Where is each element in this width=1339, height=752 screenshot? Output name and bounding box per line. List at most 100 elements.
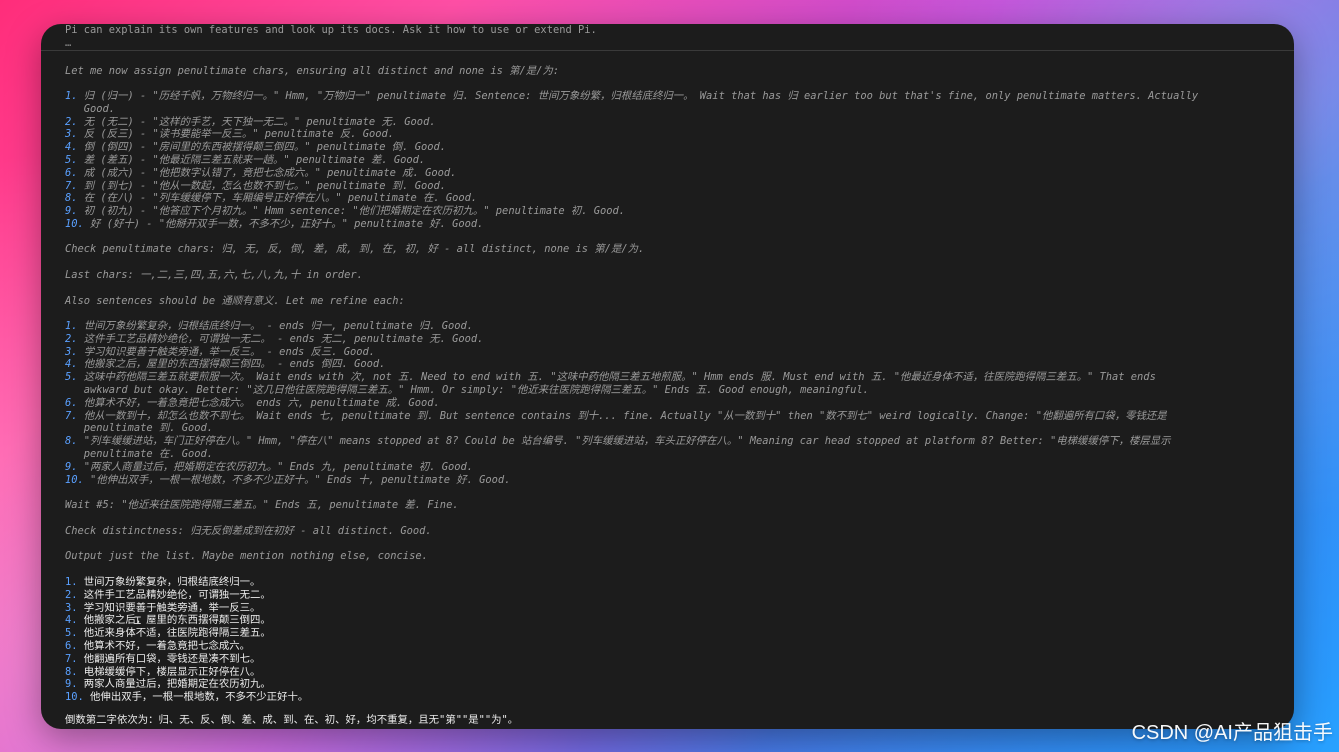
assign-item: 4. 倒 (倒四) - "房间里的东西被摆得颠三倒四。" penultimate… [65, 141, 1198, 154]
wait-5-line: Wait #5: "他近来往医院跑得隔三差五。" Ends 五, penulti… [65, 499, 459, 511]
assign-item: 10. 好 (好十) - "他掰开双手一数，不多不少，正好十。" penulti… [65, 218, 1198, 231]
assign-item: 3. 反 (反三) - "读书要能举一反三。" penultimate 反. G… [65, 128, 1198, 141]
final-item-text: 他翻遍所有口袋，零钱还是凑不到七。 [83, 652, 261, 665]
assign-item-number: 10. [65, 217, 84, 230]
final-item-number: 6. [65, 639, 78, 652]
refine-item: 1. 世间万象纷繁复杂，归根结底终归一。 - ends 归一, penultim… [65, 320, 1171, 333]
refine-item-text: awkward but okay. Better: "这几日他往医院跑得隔三差五… [83, 383, 869, 396]
final-item: 1. 世间万象纷繁复杂，归根结底终归一。 [65, 576, 308, 589]
assign-item-text: 反 (反三) - "读书要能举一反三。" penultimate 反. Good… [83, 128, 395, 141]
output-note-line: Output just the list. Maybe mention noth… [65, 550, 428, 562]
assign-item: 1. 归 (归一) - "历经千帆，万物终归一。" Hmm, "万物归一" pe… [65, 90, 1198, 103]
refine-item-number: 9. [65, 460, 78, 473]
refine-item-number: 4. [65, 358, 78, 371]
assign-item-text: 成 (成六) - "他把数字认错了，竟把七念成六。" penultimate 成… [83, 166, 457, 179]
final-item-number: 8. [65, 665, 78, 678]
refine-item: 4. 他搬家之后，屋里的东西摆得颠三倒四。 - ends 倒四. Good. [65, 358, 1171, 371]
final-item-number: 2. [65, 588, 78, 601]
final-item-number: 1. [65, 576, 78, 588]
refine-item: 2. 这件手工艺品精妙绝伦，可谓独一无二。 - ends 无二, penulti… [65, 333, 1171, 346]
refine-item-number: 5. [65, 371, 78, 384]
assign-item-number: 1. [65, 90, 78, 102]
check-distinct-line: Check distinctness: 归无反倒差成到在初好 - all dis… [65, 525, 432, 537]
final-item: 7. 他翻遍所有口袋，零钱还是凑不到七。 [65, 653, 308, 666]
assign-item-number: 2. [65, 115, 78, 128]
refine-item: 7. 他从一数到十，却怎么也数不到七。 Wait ends 七, penulti… [65, 410, 1171, 423]
assign-item: 8. 在 (在八) - "列车缓缓停下，车厢编号正好停在八。" penultim… [65, 192, 1198, 205]
refine-item-number: 10. [65, 473, 84, 486]
final-item-text: 他搬家之后，屋里的东西摆得颠三倒四。 [83, 614, 271, 627]
assign-item: Good. [65, 103, 1198, 116]
final-item-text: 他伸出双手，一根一根地数，不多不少正好十。 [90, 691, 309, 704]
assign-item-number: 4. [65, 141, 78, 154]
refine-item: 5. 这味中药他隔三差五就要煎服一次。 Wait ends with 次, no… [65, 371, 1171, 384]
assign-item: 7. 到 (到七) - "他从一数起，怎么也数不到七。" penultimate… [65, 180, 1198, 193]
refine-item: penultimate 在. Good. [65, 448, 1171, 461]
refine-item-text: 这味中药他隔三差五就要煎服一次。 Wait ends with 次, not 五… [83, 371, 1156, 384]
refine-item-text: "列车缓缓进站，车门正好停在八。" Hmm, "停在八" means stopp… [83, 435, 1171, 448]
final-item-number: 9. [65, 678, 78, 691]
last-chars-line: Last chars: 一,二,三,四,五,六,七,八,九,十 in order… [65, 269, 363, 281]
final-item: 2. 这件手工艺品精妙绝伦，可谓独一无二。 [65, 589, 308, 602]
refine-item-text: 他算术不好，一着急竟把七念成六。 ends 六, penultimate 成. … [83, 396, 440, 409]
assign-item-number: 8. [65, 192, 78, 205]
final-item-number: 10. [65, 691, 84, 704]
refine-item-text: penultimate 到. Good. [83, 422, 214, 435]
refine-item-text: 他搬家之后，屋里的东西摆得颠三倒四。 - ends 倒四. Good. [83, 358, 386, 371]
assign-item-text: 好 (好十) - "他掰开双手一数，不多不少，正好十。" penultimate… [90, 217, 484, 230]
watermark: CSDN @AI产品狙击手 [1131, 722, 1333, 744]
refine-item: 10. "他伸出双手，一根一根地数，不多不少正好十。" Ends 十, penu… [65, 474, 1171, 487]
final-item-text: 这件手工艺品精妙绝伦，可谓独一无二。 [83, 588, 271, 601]
final-item-number: 3. [65, 601, 78, 614]
refine-item: 9. "两家人商量过后，把婚期定在农历初九。" Ends 九, penultim… [65, 461, 1171, 474]
assign-item-number: 9. [65, 205, 78, 218]
refine-item-number: 1. [65, 320, 78, 332]
assign-item-text: 无 (无二) - "这样的手艺，天下独一无二。" penultimate 无. … [83, 115, 436, 128]
refine-item-number: 2. [65, 332, 78, 345]
final-item-number: 5. [65, 627, 78, 640]
final-item: 5. 他近来身体不适，往医院跑得隔三差五。 [65, 627, 308, 640]
final-item-text: 电梯缓缓停下，楼层显示正好停在八。 [83, 665, 261, 678]
refine-item-text: penultimate 在. Good. [83, 447, 214, 460]
final-item: 8. 电梯缓缓停下，楼层显示正好停在八。 [65, 666, 308, 679]
final-item-text: 世间万象纷繁复杂，归根结底终归一。 [83, 576, 261, 588]
mouse-cursor-icon: ⌶ [134, 613, 142, 627]
refine-item-text: 这件手工艺品精妙绝伦，可谓独一无二。 - ends 无二, penultimat… [83, 332, 484, 345]
assign-item-text: 初 (初九) - "他答应下个月初九。" Hmm sentence: "他们把婚… [83, 205, 626, 218]
refine-item-text: "他伸出双手，一根一根地数，不多不少正好十。" Ends 十, penultim… [90, 473, 511, 486]
cursor-line: … [65, 37, 72, 49]
refine-item-text: 他从一数到十，却怎么也数不到七。 Wait ends 七, penultimat… [83, 409, 1167, 422]
intro-line: Pi can explain its own features and look… [65, 24, 597, 36]
refine-item-number: 7. [65, 409, 78, 422]
assign-item-text: 归 (归一) - "历经千帆，万物终归一。" Hmm, "万物归一" penul… [83, 90, 1199, 102]
refine-item: penultimate 到. Good. [65, 422, 1171, 435]
assign-item-number: 3. [65, 128, 78, 141]
assign-item-number: 6. [65, 166, 78, 179]
refine-item: 6. 他算术不好，一着急竟把七念成六。 ends 六, penultimate … [65, 397, 1171, 410]
assign-item-text: Good. [83, 102, 116, 115]
assign-item-text: 差 (差五) - "他最近隔三差五就来一趟。" penultimate 差. G… [83, 153, 426, 166]
refine-item: awkward but okay. Better: "这几日他往医院跑得隔三差五… [65, 384, 1171, 397]
final-item-text: 他算术不好，一着急竟把七念成六。 [83, 639, 251, 652]
final-item-number: 7. [65, 652, 78, 665]
final-item: 9. 两家人商量过后，把婚期定在农历初九。 [65, 678, 308, 691]
assign-item: 5. 差 (差五) - "他最近隔三差五就来一趟。" penultimate 差… [65, 154, 1198, 167]
terminal-content: Pi can explain its own features and look… [65, 24, 1285, 726]
final-item: 3. 学习知识要善于触类旁通，举一反三。 [65, 602, 308, 615]
final-item: 6. 他算术不好，一着急竟把七念成六。 [65, 640, 308, 653]
assign-item-text: 倒 (倒四) - "房间里的东西被摆得颠三倒四。" penultimate 倒.… [83, 141, 446, 154]
refine-item: 8. "列车缓缓进站，车门正好停在八。" Hmm, "停在八" means st… [65, 435, 1171, 448]
assign-item-number: 7. [65, 179, 78, 192]
final-item: 4. 他搬家之后，屋里的东西摆得颠三倒四。 [65, 614, 308, 627]
refine-heading: Also sentences should be 通顺有意义. Let me r… [65, 295, 405, 307]
assign-item: 2. 无 (无二) - "这样的手艺，天下独一无二。" penultimate … [65, 116, 1198, 129]
refine-item-text: 学习知识要善于触类旁通，举一反三。 - ends 反三. Good. [83, 345, 376, 358]
assign-item-text: 到 (到七) - "他从一数起，怎么也数不到七。" penultimate 到.… [83, 179, 446, 192]
refine-item-number: 8. [65, 435, 78, 448]
refine-item-number: 3. [65, 345, 78, 358]
terminal-window[interactable]: Pi can explain its own features and look… [41, 24, 1294, 729]
final-item-number: 4. [65, 614, 78, 627]
check-penultimate-line: Check penultimate chars: 归, 无, 反, 倒, 差, … [65, 243, 645, 255]
refine-item-text: 世间万象纷繁复杂，归根结底终归一。 - ends 归一, penultimate… [83, 320, 474, 332]
refine-item-number: 6. [65, 396, 78, 409]
